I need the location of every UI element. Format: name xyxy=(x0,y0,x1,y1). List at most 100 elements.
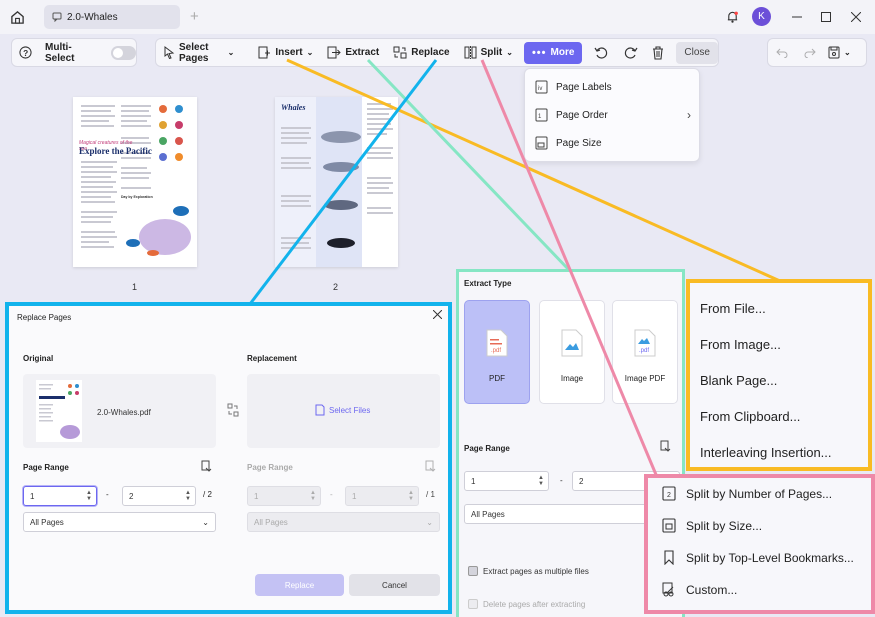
split-option-label: Split by Size... xyxy=(686,518,763,533)
close-window-button[interactable] xyxy=(845,7,867,27)
extract-type-pdf[interactable]: .pdf PDF xyxy=(464,300,530,404)
extract-from-input[interactable]: 1 ▲ ▼ xyxy=(464,471,549,491)
page-range-icon[interactable] xyxy=(201,460,212,475)
delete-button[interactable] xyxy=(646,39,670,66)
insert-button[interactable]: Insert ⌄ xyxy=(251,39,320,66)
menu-item-page-size[interactable]: Page Size xyxy=(535,133,695,153)
maximize-button[interactable] xyxy=(815,7,837,27)
original-from-input[interactable]: 1 ▲ ▼ xyxy=(23,486,97,506)
page-2-title: Whales xyxy=(281,103,306,112)
insert-from-image[interactable]: From Image... xyxy=(700,337,781,352)
split-button[interactable]: Split ⌄ xyxy=(457,39,520,66)
help-button[interactable]: ? xyxy=(12,39,39,66)
page-2-preview xyxy=(275,97,393,267)
delete-after-checkbox[interactable] xyxy=(468,599,478,609)
extract-type-label: Extract Type xyxy=(464,279,512,288)
extract-type-image-pdf[interactable]: .pdf Image PDF xyxy=(612,300,678,404)
replacement-page-select-value: All Pages xyxy=(254,517,288,527)
close-icon xyxy=(851,12,861,22)
image-pdf-file-icon: .pdf xyxy=(634,329,656,357)
extract-page-range-label: Page Range xyxy=(464,444,510,453)
extract-to-value: 2 xyxy=(579,476,584,486)
replacement-page-select[interactable]: All Pages ⌄ xyxy=(247,512,440,532)
rotate-left-button[interactable] xyxy=(586,39,616,66)
range-dash: - xyxy=(560,476,563,485)
page-thumbnail-2[interactable]: Whales xyxy=(275,97,398,267)
rotate-right-button[interactable] xyxy=(616,39,646,66)
replacement-drop-zone[interactable]: Select Files xyxy=(247,374,440,448)
insert-from-clipboard[interactable]: From Clipboard... xyxy=(700,409,800,424)
menu-item-page-order[interactable]: 1 Page Order › xyxy=(535,105,695,125)
redo-icon xyxy=(804,48,816,58)
extract-type-image[interactable]: Image xyxy=(539,300,605,404)
multi-select-toggle[interactable] xyxy=(110,45,136,60)
replacement-page-range-label: Page Range xyxy=(247,463,293,472)
original-file-card: 2.0-Whales.pdf xyxy=(23,374,216,448)
insert-from-file[interactable]: From File... xyxy=(700,301,766,316)
replacement-from-value: 1 xyxy=(254,491,259,501)
redo-button[interactable] xyxy=(796,39,824,66)
stepper-icon: ▲ ▼ xyxy=(408,490,414,502)
page-range-icon-glyph xyxy=(201,460,212,472)
replace-button[interactable]: Replace xyxy=(386,39,456,66)
menu-item-label: Page Order xyxy=(556,109,608,121)
insert-interleaving[interactable]: Interleaving Insertion... xyxy=(700,445,832,460)
dialog-title: Replace Pages xyxy=(17,313,72,322)
extract-page-range-icon[interactable] xyxy=(660,440,671,455)
svg-text:1: 1 xyxy=(538,114,542,120)
save-icon xyxy=(828,46,840,59)
extract-multiple-label: Extract pages as multiple files xyxy=(483,567,589,576)
undo-button[interactable] xyxy=(768,39,796,66)
cursor-icon xyxy=(164,46,175,59)
original-file-name: 2.0-Whales.pdf xyxy=(97,408,151,417)
more-button[interactable]: ••• More xyxy=(523,41,583,64)
original-page-select[interactable]: All Pages ⌄ xyxy=(23,512,216,532)
page-1-preview xyxy=(81,105,191,256)
select-files-button[interactable]: Select Files xyxy=(315,404,370,416)
title-bar: 2.0-Whales + K xyxy=(0,0,875,34)
more-dropdown-menu: iv Page Labels 1 Page Order › Page Size xyxy=(524,68,700,162)
avatar[interactable]: K xyxy=(752,7,771,26)
original-to-value: 2 xyxy=(129,491,134,501)
page-thumbnail-1[interactable]: Magical creatures of the sea Explore the… xyxy=(73,97,197,267)
insert-blank-page[interactable]: Blank Page... xyxy=(700,373,777,388)
cancel-button[interactable]: Cancel xyxy=(349,574,440,596)
menu-item-page-labels[interactable]: iv Page Labels xyxy=(535,77,695,97)
original-to-input[interactable]: 2 ▲ ▼ xyxy=(122,486,196,506)
select-files-label: Select Files xyxy=(329,405,371,415)
help-icon: ? xyxy=(19,46,32,59)
chevron-down-icon: ⌄ xyxy=(227,48,235,57)
page-range-icon-disabled xyxy=(425,460,436,475)
minimize-icon xyxy=(792,16,802,18)
replacement-from-input[interactable]: 1 ▲ ▼ xyxy=(247,486,321,506)
minimize-button[interactable] xyxy=(786,7,808,27)
split-by-number[interactable]: 2 Split by Number of Pages... xyxy=(662,486,832,501)
save-button[interactable]: ⌄ xyxy=(824,39,855,66)
maximize-icon xyxy=(821,12,831,22)
split-by-bookmarks[interactable]: Split by Top-Level Bookmarks... xyxy=(662,550,854,565)
dialog-close-button[interactable] xyxy=(432,309,443,322)
replace-icon xyxy=(393,46,407,59)
split-by-size[interactable]: Split by Size... xyxy=(662,518,762,533)
extract-page-select-value: All Pages xyxy=(471,509,505,519)
replace-confirm-button[interactable]: Replace xyxy=(255,574,344,596)
split-custom[interactable]: Custom... xyxy=(662,582,737,597)
select-pages-button[interactable]: Select Pages ⌄ xyxy=(156,39,241,66)
extract-button[interactable]: Extract xyxy=(320,39,386,66)
page-number-2: 2 xyxy=(333,282,339,292)
original-file-thumbnail xyxy=(36,380,82,442)
home-button[interactable] xyxy=(0,0,34,34)
close-toolbar-button[interactable]: Close xyxy=(676,41,718,64)
range-dash: - xyxy=(106,490,109,499)
extract-multiple-checkbox[interactable] xyxy=(468,566,478,576)
original-page-range-label: Page Range xyxy=(23,463,69,472)
replacement-label: Replacement xyxy=(247,354,297,363)
menu-item-label: Page Labels xyxy=(556,81,612,93)
page-1-heading: Explore the Pacific xyxy=(79,146,152,156)
notification-bell[interactable] xyxy=(721,7,743,27)
new-tab-button[interactable]: + xyxy=(190,8,199,25)
insert-label: Insert xyxy=(275,47,303,58)
document-tab[interactable]: 2.0-Whales xyxy=(44,5,180,29)
trash-icon xyxy=(653,45,664,60)
replacement-to-input[interactable]: 1 ▲ ▼ xyxy=(345,486,419,506)
